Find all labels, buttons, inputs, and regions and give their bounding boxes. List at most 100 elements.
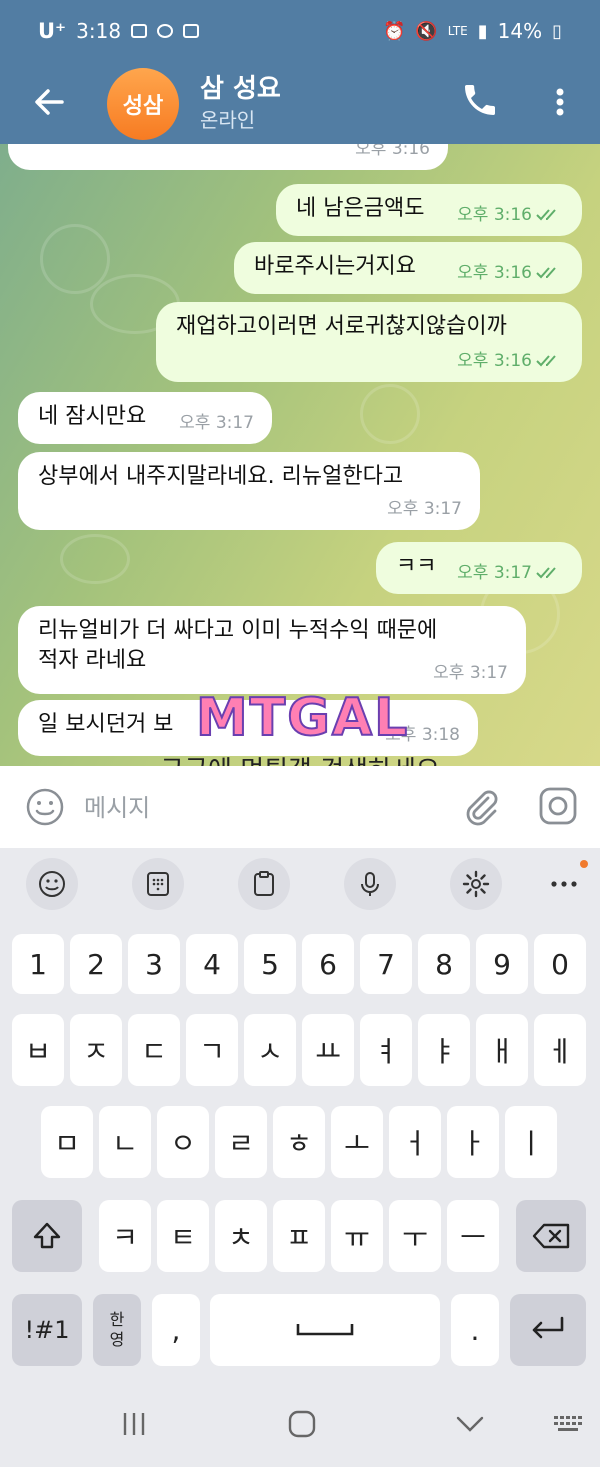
- message-bubble-out[interactable]: 네 남은금액도 오후 3:16: [276, 184, 582, 236]
- language-switch-key[interactable]: 한 영: [93, 1294, 141, 1366]
- camera-icon: [539, 787, 577, 825]
- message-bubble-out[interactable]: 재업하고이러면 서로귀찮지않습이까 오후 3:16: [156, 302, 582, 382]
- keyboard-settings-button[interactable]: [450, 858, 502, 910]
- back-nav-button[interactable]: [450, 1404, 490, 1444]
- lang-english-label: 영: [109, 1330, 125, 1349]
- message-time: 오후 3:16: [355, 144, 430, 159]
- notification-dot: [580, 860, 588, 868]
- key-consonant[interactable]: ㄱ: [186, 1014, 238, 1086]
- key-1[interactable]: 1: [12, 934, 64, 994]
- key-8[interactable]: 8: [418, 934, 470, 994]
- space-key[interactable]: [210, 1294, 440, 1366]
- recent-apps-button[interactable]: [114, 1404, 154, 1444]
- key-0[interactable]: 0: [534, 934, 586, 994]
- key-2[interactable]: 2: [70, 934, 122, 994]
- key-consonant[interactable]: ㅎ: [273, 1106, 325, 1178]
- key-consonant[interactable]: ㅊ: [215, 1200, 267, 1272]
- mute-icon: 🔇: [415, 20, 438, 42]
- back-button[interactable]: [28, 80, 72, 124]
- key-consonant[interactable]: ㄷ: [128, 1014, 180, 1086]
- keyboard-hide-button[interactable]: [548, 1404, 588, 1444]
- key-6[interactable]: 6: [302, 934, 354, 994]
- key-5[interactable]: 5: [244, 934, 296, 994]
- key-consonant[interactable]: ㅍ: [273, 1200, 325, 1272]
- emoji-keyboard-button[interactable]: [26, 858, 78, 910]
- message-meta: 오후 3:16: [355, 144, 430, 164]
- key-vowel[interactable]: ㅏ: [447, 1106, 499, 1178]
- key-consonant[interactable]: ㅈ: [70, 1014, 122, 1086]
- wallpaper-doodle: [360, 384, 420, 444]
- message-meta: 오후 3:16: [457, 200, 564, 230]
- message-time: 오후 3:17: [457, 563, 532, 583]
- symbols-key[interactable]: !#1: [12, 1294, 82, 1366]
- key-9[interactable]: 9: [476, 934, 528, 994]
- arrow-left-icon: [35, 89, 64, 115]
- message-meta: 오후 3:17: [387, 494, 462, 524]
- message-text: ㅋㅋ: [396, 554, 437, 579]
- avatar[interactable]: 성삼: [107, 68, 179, 140]
- key-consonant[interactable]: ㅂ: [12, 1014, 64, 1086]
- voice-input-button[interactable]: [344, 858, 396, 910]
- emoji-button[interactable]: [24, 786, 66, 828]
- clipboard-button[interactable]: [238, 858, 290, 910]
- more-options-button[interactable]: [546, 82, 574, 122]
- toolbar-more-button[interactable]: [538, 858, 590, 910]
- wallpaper-doodle: [40, 224, 110, 294]
- app-notification-icon: [183, 24, 200, 38]
- key-vowel[interactable]: ㅠ: [331, 1200, 383, 1272]
- key-consonant[interactable]: ㅅ: [244, 1014, 296, 1086]
- message-bubble-out[interactable]: 바로주시는거지요 오후 3:16: [234, 242, 582, 294]
- key-consonant[interactable]: ㄹ: [215, 1106, 267, 1178]
- talk-notification-icon: [157, 24, 174, 38]
- message-bubble-in[interactable]: 리뉴얼비가 더 싸다고 이미 누적수익 때문에 적자 라네요 오후 3:17: [18, 606, 526, 694]
- phone-icon: [465, 85, 495, 115]
- key-vowel[interactable]: ㅕ: [360, 1014, 412, 1086]
- key-vowel[interactable]: ㅐ: [476, 1014, 528, 1086]
- shift-key[interactable]: [12, 1200, 82, 1272]
- comma-key[interactable]: ,: [152, 1294, 200, 1366]
- key-vowel[interactable]: ㅗ: [331, 1106, 383, 1178]
- contact-status: 온라인: [200, 108, 256, 132]
- chat-area[interactable]: 오후 3:16 네 남은금액도 오후 3:16 바로주시는거지요 오후 3:16…: [0, 144, 600, 766]
- gallery-notification-icon: [131, 24, 148, 38]
- backspace-key[interactable]: [516, 1200, 586, 1272]
- message-meta: 오후 3:17: [457, 558, 564, 588]
- key-vowel[interactable]: ㅓ: [389, 1106, 441, 1178]
- wallpaper-doodle: [60, 534, 130, 584]
- key-vowel[interactable]: ㅣ: [505, 1106, 557, 1178]
- key-vowel[interactable]: ㅔ: [534, 1014, 586, 1086]
- korean-keyboard: 1 2 3 4 5 6 7 8 9 0 ㅂ ㅈ ㄷ ㄱ ㅅ ㅛ ㅕ ㅑ ㅐ ㅔ …: [0, 920, 600, 1380]
- key-vowel[interactable]: ㅜ: [389, 1200, 441, 1272]
- key-consonant[interactable]: ㅌ: [157, 1200, 209, 1272]
- battery-icon: ▯: [552, 20, 562, 42]
- key-vowel[interactable]: ㅛ: [302, 1014, 354, 1086]
- key-vowel[interactable]: ㅡ: [447, 1200, 499, 1272]
- message-bubble-in[interactable]: 오후 3:16: [8, 144, 448, 170]
- attach-button[interactable]: [458, 784, 502, 828]
- paperclip-icon: [466, 790, 498, 826]
- message-bubble-in[interactable]: 상부에서 내주지말라네요. 리뉴얼한다고 오후 3:17: [18, 452, 480, 530]
- message-meta: 오후 3:17: [179, 408, 254, 438]
- key-4[interactable]: 4: [186, 934, 238, 994]
- keypad-button[interactable]: [132, 858, 184, 910]
- call-button[interactable]: [460, 80, 500, 120]
- key-consonant[interactable]: ㄴ: [99, 1106, 151, 1178]
- key-consonant[interactable]: ㅁ: [41, 1106, 93, 1178]
- enter-key[interactable]: [510, 1294, 586, 1366]
- message-bubble-out[interactable]: ㅋㅋ 오후 3:17: [376, 542, 582, 594]
- message-input[interactable]: [84, 790, 434, 826]
- key-3[interactable]: 3: [128, 934, 180, 994]
- message-bubble-in[interactable]: 네 잠시만요 오후 3:17: [18, 392, 272, 444]
- contact-name[interactable]: 삼 성요: [200, 68, 281, 105]
- message-meta: 오후 3:17: [433, 658, 508, 688]
- home-button[interactable]: [282, 1404, 322, 1444]
- period-key[interactable]: .: [451, 1294, 499, 1366]
- camera-button[interactable]: [536, 784, 580, 828]
- key-consonant[interactable]: ㅋ: [99, 1200, 151, 1272]
- key-7[interactable]: 7: [360, 934, 412, 994]
- battery-label: 14%: [497, 19, 543, 43]
- message-text: 상부에서 내주지말라네요. 리뉴얼한다고: [38, 464, 404, 489]
- key-vowel[interactable]: ㅑ: [418, 1014, 470, 1086]
- home-icon: [288, 1410, 316, 1438]
- key-consonant[interactable]: ㅇ: [157, 1106, 209, 1178]
